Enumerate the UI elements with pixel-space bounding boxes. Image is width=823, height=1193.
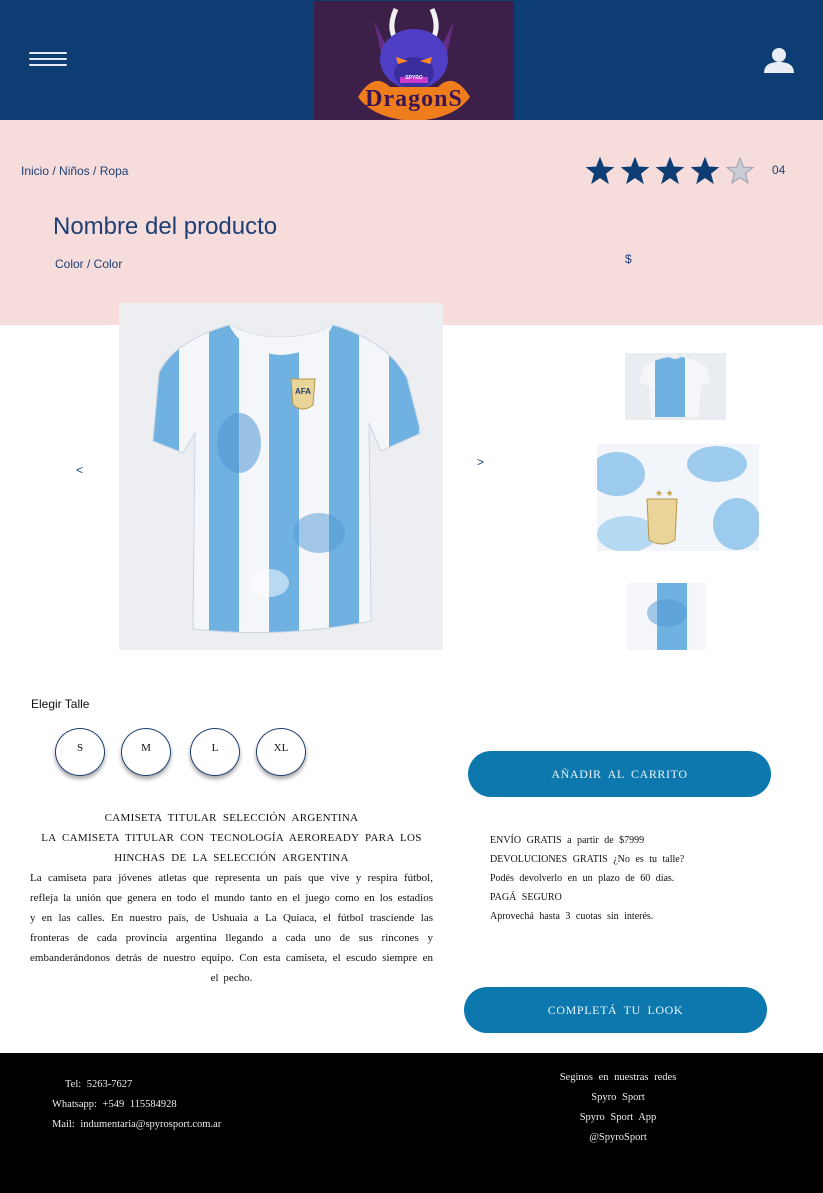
- add-to-cart-button[interactable]: AÑADIR AL CARRITO: [468, 751, 771, 797]
- menu-icon[interactable]: [29, 52, 67, 70]
- footer-tel[interactable]: Tel: 5263-7627: [65, 1079, 132, 1090]
- size-option-l[interactable]: L: [190, 728, 240, 776]
- star-filled-icon[interactable]: [620, 156, 650, 186]
- logo-small-text: SPYRO: [405, 75, 423, 81]
- product-price: $: [625, 252, 632, 266]
- thumbnail-front[interactable]: [625, 353, 726, 420]
- breadcrumb-ropa[interactable]: Ropa: [100, 164, 129, 178]
- site-header: SPYRO DragonS: [0, 0, 823, 129]
- footer-social-link[interactable]: @SpyroSport: [520, 1132, 716, 1143]
- breadcrumb: Inicio / Niños / Ropa: [21, 164, 128, 178]
- star-filled-icon[interactable]: [655, 156, 685, 186]
- crest-text: AFA: [295, 387, 311, 396]
- breadcrumb-separator: /: [89, 164, 100, 178]
- description-title: CAMISETA TITULAR SELECCIÓN ARGENTINA: [104, 812, 359, 824]
- footer-mail[interactable]: Mail: indumentaria@spyrosport.com.ar: [52, 1119, 221, 1130]
- brand-logo[interactable]: SPYRO DragonS: [314, 1, 514, 129]
- site-footer: Tel: 5263-7627 Whatsapp: +549 115584928 …: [0, 1053, 823, 1193]
- thumbnail-sleeve[interactable]: [627, 583, 706, 650]
- footer-social-link[interactable]: Spyro Sport: [520, 1092, 716, 1103]
- product-color: Color / Color: [55, 257, 123, 271]
- rating-count: 04: [772, 163, 786, 177]
- size-option-s[interactable]: S: [55, 728, 105, 776]
- thumbnail-crest-detail[interactable]: ★ ★: [597, 444, 759, 551]
- shipping-line: DEVOLUCIONES GRATIS ¿No es tu talle?: [490, 854, 685, 865]
- footer-social-link[interactable]: Spyro Sport App: [520, 1112, 716, 1123]
- logo-text: DragonS: [365, 86, 463, 112]
- svg-text:★ ★: ★ ★: [655, 488, 674, 498]
- product-description: CAMISETA TITULAR SELECCIÓN ARGENTINA LA …: [30, 808, 433, 988]
- gallery-next-button[interactable]: >: [477, 455, 484, 469]
- footer-social-heading: Seginos en nuestras redes: [559, 1072, 677, 1083]
- breadcrumb-separator: /: [49, 164, 60, 178]
- gallery-prev-button[interactable]: <: [76, 463, 83, 477]
- size-label: Elegir Talle: [31, 697, 90, 711]
- size-option-m[interactable]: M: [121, 728, 171, 776]
- user-account-icon[interactable]: [762, 46, 796, 74]
- breadcrumb-inicio[interactable]: Inicio: [21, 164, 49, 178]
- complete-look-button[interactable]: COMPLETÁ TU LOOK: [464, 987, 767, 1033]
- product-title: Nombre del producto: [53, 213, 278, 240]
- shipping-line: Aprovechá hasta 3 cuotas sin interés.: [490, 911, 654, 922]
- footer-whatsapp[interactable]: Whatsapp: +549 115584928: [52, 1099, 177, 1110]
- main-product-image[interactable]: AFA: [119, 303, 443, 650]
- description-body: La camiseta para jóvenes atletas que rep…: [30, 872, 433, 984]
- breadcrumb-ninos[interactable]: Niños: [59, 164, 90, 178]
- star-empty-icon[interactable]: [725, 156, 755, 186]
- shipping-line: Podés devolverlo en un plazo de 60 días.: [490, 873, 675, 884]
- star-filled-icon[interactable]: [585, 156, 615, 186]
- description-subtitle: LA CAMISETA TITULAR CON TECNOLOGÍA AEROR…: [41, 832, 422, 864]
- rating-stars[interactable]: [585, 156, 755, 188]
- star-filled-icon[interactable]: [690, 156, 720, 186]
- shipping-line: PAGÁ SEGURO: [490, 892, 562, 903]
- shipping-info: ENVÍO GRATIS a partir de $7999 DEVOLUCIO…: [490, 831, 684, 926]
- size-option-xl[interactable]: XL: [256, 728, 306, 776]
- shipping-line: ENVÍO GRATIS a partir de $7999: [490, 835, 645, 846]
